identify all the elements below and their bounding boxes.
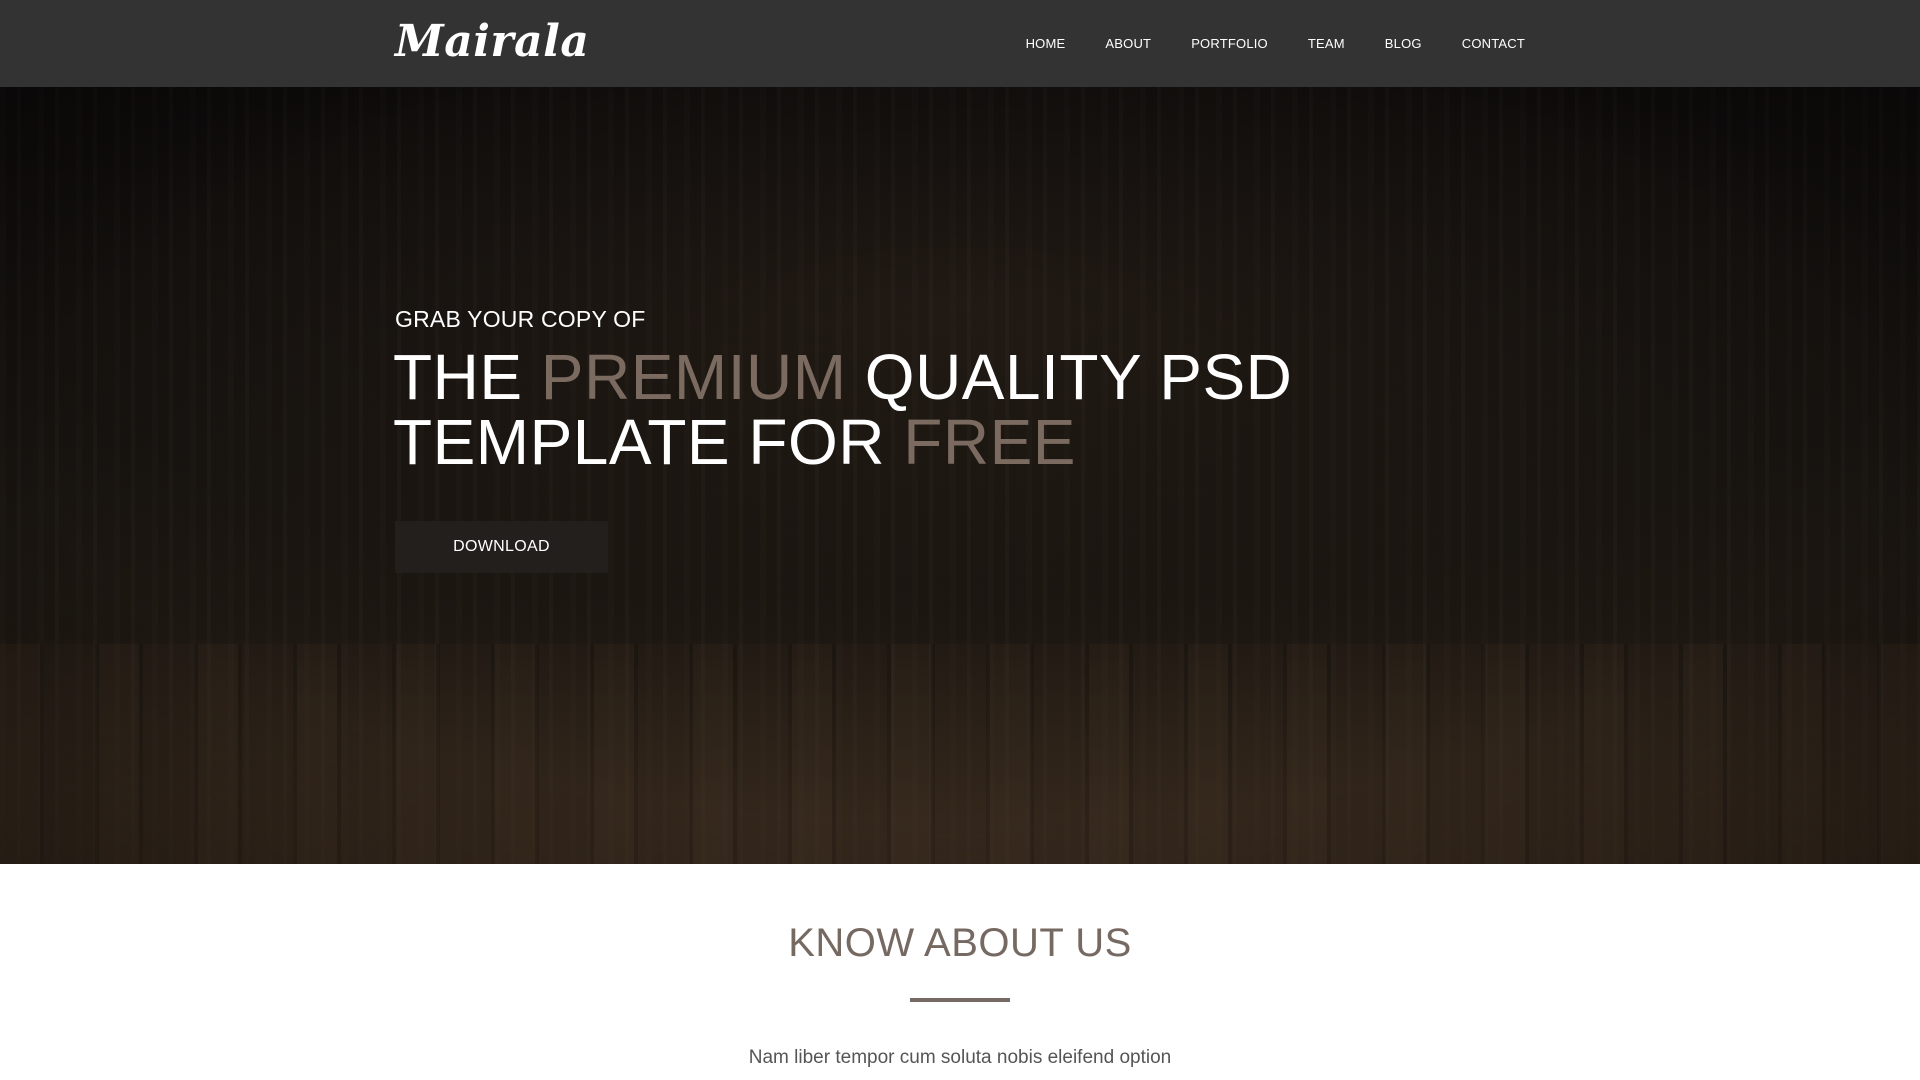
nav-item-home[interactable]: HOME bbox=[1026, 36, 1066, 51]
nav-item-contact[interactable]: CONTACT bbox=[1462, 36, 1525, 51]
hero-section: GRAB YOUR COPY OF THE PREMIUM QUALITY PS… bbox=[0, 87, 1920, 864]
about-title: KNOW ABOUT US bbox=[788, 921, 1132, 965]
download-button[interactable]: DOWNLOAD bbox=[395, 521, 608, 573]
nav-item-blog[interactable]: BLOG bbox=[1385, 36, 1422, 51]
nav-item-team[interactable]: TEAM bbox=[1308, 36, 1345, 51]
about-divider bbox=[910, 998, 1010, 1002]
hero-title-part1: THE bbox=[393, 341, 541, 413]
top-navbar: Mairala HOME ABOUT PORTFOLIO TEAM BLOG C… bbox=[0, 0, 1920, 87]
hero-title: THE PREMIUM QUALITY PSD TEMPLATE FOR FREE bbox=[393, 345, 1292, 475]
main-nav: HOME ABOUT PORTFOLIO TEAM BLOG CONTACT bbox=[986, 0, 1525, 87]
hero-title-accent-premium: PREMIUM bbox=[540, 341, 847, 413]
hero-pretitle: GRAB YOUR COPY OF bbox=[395, 306, 646, 332]
site-logo[interactable]: Mairala bbox=[395, 10, 589, 74]
nav-item-portfolio[interactable]: PORTFOLIO bbox=[1191, 36, 1268, 51]
about-text: Nam liber tempor cum soluta nobis eleife… bbox=[748, 1047, 1172, 1068]
hero-title-part2: QUALITY PSD bbox=[846, 341, 1293, 413]
hero-title-accent-free: FREE bbox=[903, 406, 1076, 478]
nav-item-about[interactable]: ABOUT bbox=[1105, 36, 1151, 51]
hero-title-part3: TEMPLATE FOR bbox=[393, 406, 904, 478]
